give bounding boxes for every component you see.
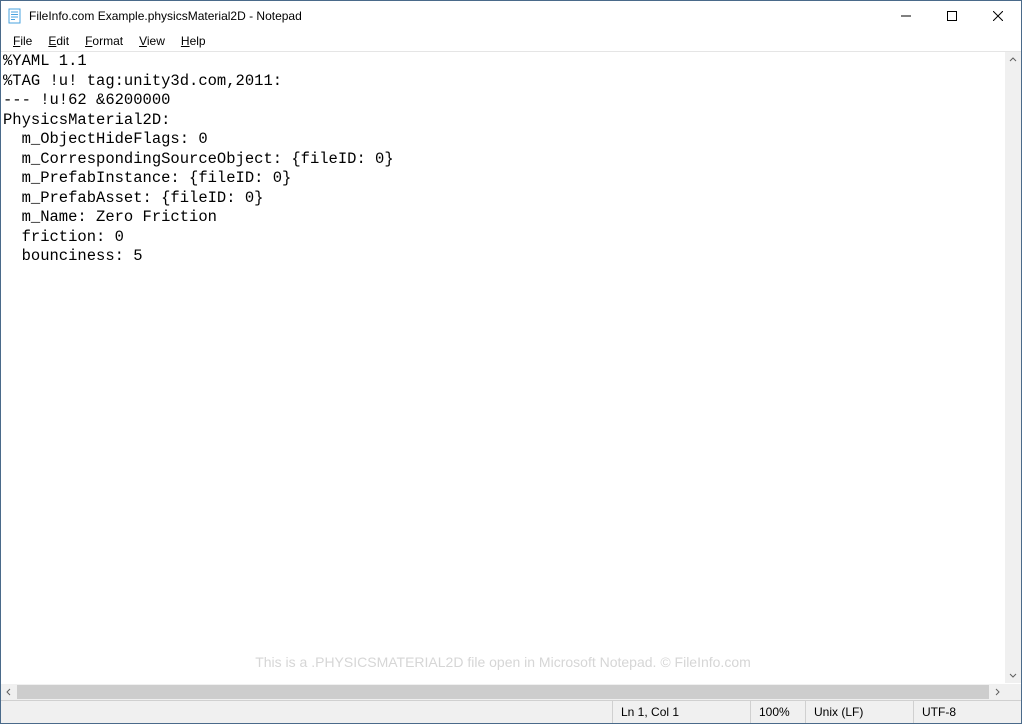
scroll-corner bbox=[1005, 684, 1021, 700]
scroll-right-icon[interactable] bbox=[989, 684, 1005, 700]
menu-file[interactable]: File bbox=[5, 33, 40, 49]
close-button[interactable] bbox=[975, 1, 1021, 31]
editor-area: %YAML 1.1 %TAG !u! tag:unity3d.com,2011:… bbox=[1, 52, 1021, 683]
notepad-window: FileInfo.com Example.physicsMaterial2D -… bbox=[0, 0, 1022, 724]
scroll-up-icon[interactable] bbox=[1005, 52, 1021, 68]
status-cursor-position: Ln 1, Col 1 bbox=[612, 701, 750, 723]
menu-format-rest: ormat bbox=[92, 34, 123, 48]
vertical-scrollbar[interactable] bbox=[1005, 52, 1021, 683]
window-title: FileInfo.com Example.physicsMaterial2D -… bbox=[29, 9, 883, 23]
vertical-scroll-track[interactable] bbox=[1005, 68, 1021, 667]
menu-bar: File Edit Format View Help bbox=[1, 31, 1021, 51]
horizontal-scroll-track[interactable] bbox=[17, 684, 989, 700]
window-controls bbox=[883, 1, 1021, 31]
text-editor[interactable]: %YAML 1.1 %TAG !u! tag:unity3d.com,2011:… bbox=[1, 52, 1005, 683]
menu-view-rest: iew bbox=[147, 34, 165, 48]
menu-edit-rest: dit bbox=[56, 34, 69, 48]
minimize-button[interactable] bbox=[883, 1, 929, 31]
maximize-button[interactable] bbox=[929, 1, 975, 31]
scroll-down-icon[interactable] bbox=[1005, 667, 1021, 683]
menu-help-rest: elp bbox=[190, 34, 206, 48]
title-bar[interactable]: FileInfo.com Example.physicsMaterial2D -… bbox=[1, 1, 1021, 31]
status-line-ending: Unix (LF) bbox=[805, 701, 913, 723]
status-bar: Ln 1, Col 1 100% Unix (LF) UTF-8 bbox=[1, 700, 1021, 723]
menu-file-rest: ile bbox=[20, 34, 32, 48]
horizontal-scrollbar[interactable] bbox=[1, 683, 1021, 700]
notepad-app-icon bbox=[7, 8, 23, 24]
status-encoding: UTF-8 bbox=[913, 701, 1021, 723]
menu-format[interactable]: Format bbox=[77, 33, 131, 49]
scroll-left-icon[interactable] bbox=[1, 684, 17, 700]
status-spacer bbox=[1, 701, 612, 723]
horizontal-scroll-thumb[interactable] bbox=[17, 685, 989, 699]
status-zoom: 100% bbox=[750, 701, 805, 723]
menu-help[interactable]: Help bbox=[173, 33, 214, 49]
menu-edit[interactable]: Edit bbox=[40, 33, 77, 49]
menu-view[interactable]: View bbox=[131, 33, 173, 49]
